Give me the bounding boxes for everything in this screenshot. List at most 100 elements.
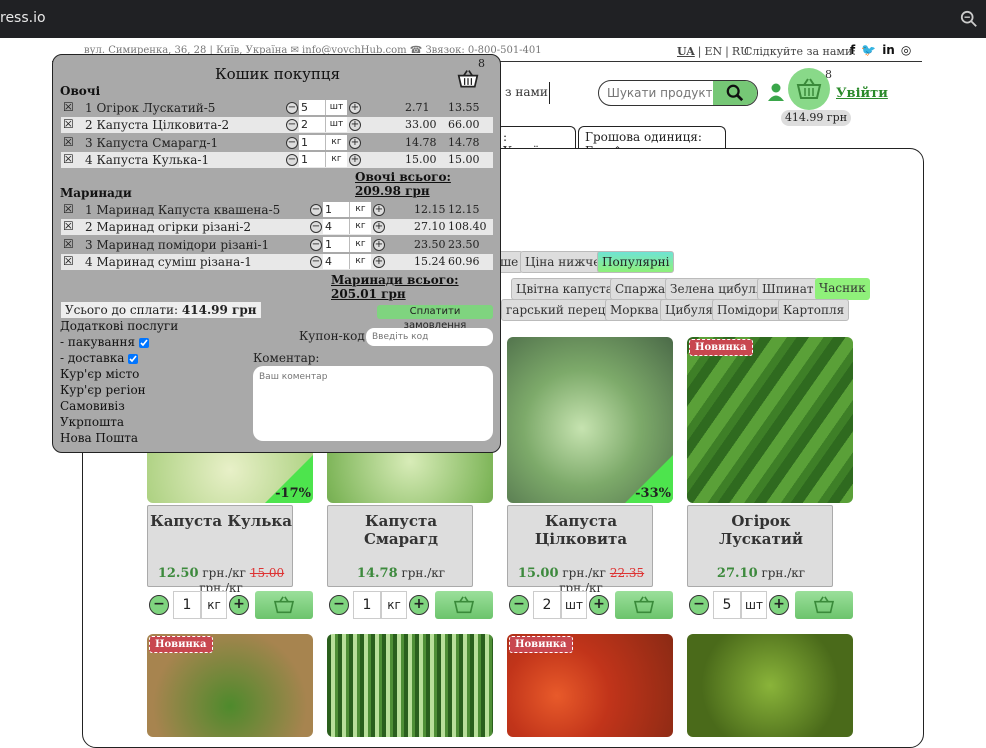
delivery-nova-poshta[interactable]: Нова Пошта — [60, 431, 138, 445]
search-input[interactable] — [607, 84, 712, 102]
add-to-cart-button[interactable] — [615, 591, 673, 619]
filter-onion[interactable]: Цибуля — [660, 299, 718, 321]
plus-button[interactable]: + — [373, 239, 385, 251]
remove-icon[interactable]: ☒ — [63, 254, 75, 268]
minus-button[interactable]: − — [286, 137, 298, 149]
instagram-icon[interactable]: ◎ — [901, 43, 911, 57]
remove-icon[interactable]: ☒ — [63, 117, 75, 131]
product-name[interactable]: Капуста Смарагд — [328, 512, 474, 548]
minus-button[interactable]: − — [310, 221, 322, 233]
twitter-icon[interactable]: 🐦 — [861, 43, 876, 57]
remove-icon[interactable]: ☒ — [63, 100, 75, 114]
product-name[interactable]: Огірок Лускатий — [688, 512, 834, 548]
delivery-courier-region[interactable]: Кур'єр регіон — [60, 383, 146, 397]
quantity-input[interactable]: 1 — [299, 152, 325, 167]
minus-button[interactable]: − — [310, 204, 322, 216]
remove-icon[interactable]: ☒ — [63, 135, 75, 149]
remove-icon[interactable]: ☒ — [63, 152, 75, 166]
plus-button[interactable]: + — [349, 119, 361, 131]
header-cart-button[interactable]: 8 — [788, 68, 832, 110]
minus-button[interactable]: − — [286, 154, 298, 166]
user-icon[interactable] — [766, 82, 786, 102]
plus-button[interactable]: + — [769, 595, 789, 615]
login-link[interactable]: Увійти — [836, 86, 888, 101]
unit-select[interactable]: кг — [349, 202, 371, 217]
filter-carrot[interactable]: Морква — [605, 299, 664, 321]
quantity-input[interactable]: 5 — [299, 100, 325, 115]
unit-select[interactable]: кг — [201, 591, 227, 619]
unit-select[interactable]: кг — [349, 254, 371, 269]
filter-tomato[interactable]: Помідори — [712, 299, 784, 321]
minus-button[interactable]: − — [310, 256, 322, 268]
filter-asparagus[interactable]: Спаржа — [610, 278, 671, 300]
plus-button[interactable]: + — [589, 595, 609, 615]
zoom-icon[interactable] — [960, 10, 978, 28]
lang-en[interactable]: EN — [705, 45, 723, 58]
currency-select[interactable]: Грошова одиниця: Грн ⇕ — [578, 126, 726, 158]
minus-button[interactable]: − — [286, 119, 298, 131]
minus-button[interactable]: − — [286, 102, 298, 114]
plus-button[interactable]: + — [373, 256, 385, 268]
quantity-input[interactable]: 1 — [299, 135, 325, 150]
product-name[interactable]: Капуста Кулька — [148, 512, 294, 530]
unit-select[interactable]: кг — [325, 152, 347, 167]
product-image[interactable]: Новинка — [147, 634, 313, 737]
quantity-input[interactable]: 2 — [299, 117, 325, 132]
pay-order-button[interactable]: Сплатити замовлення — [377, 305, 493, 331]
unit-select[interactable]: шт — [325, 117, 347, 132]
plus-button[interactable]: + — [349, 154, 361, 166]
add-to-cart-button[interactable] — [255, 591, 313, 619]
product-image[interactable] — [687, 634, 853, 737]
delivery-pickup[interactable]: Самовивіз — [60, 399, 125, 413]
unit-select[interactable]: шт — [561, 591, 587, 619]
unit-select[interactable]: шт — [741, 591, 767, 619]
facebook-icon[interactable]: f — [850, 43, 855, 57]
filter-cauliflower[interactable]: Цвітна капуста — [511, 278, 618, 300]
quantity-value[interactable]: 2 — [533, 591, 561, 619]
comment-textarea[interactable] — [253, 366, 493, 441]
product-image[interactable]: Новинка — [507, 634, 673, 737]
unit-select[interactable]: кг — [381, 591, 407, 619]
remove-icon[interactable]: ☒ — [63, 202, 75, 216]
minus-button[interactable]: − — [689, 595, 709, 615]
search-button[interactable] — [713, 81, 757, 105]
filter-green-onion[interactable]: Зелена цибуля — [665, 278, 769, 300]
sort-popular[interactable]: Популярні — [597, 251, 675, 273]
plus-button[interactable]: + — [229, 595, 249, 615]
url-text[interactable]: ress.io — [0, 10, 46, 26]
sort-price-lower[interactable]: Ціна нижче — [520, 251, 606, 273]
filter-potato[interactable]: Картопля — [778, 299, 850, 321]
plus-button[interactable]: + — [349, 137, 361, 149]
unit-select[interactable]: кг — [349, 219, 371, 234]
minus-button[interactable]: − — [329, 595, 349, 615]
minus-button[interactable]: − — [310, 239, 322, 251]
quantity-input[interactable]: 1 — [323, 202, 349, 217]
delivery-ukrposhta[interactable]: Укрпошта — [60, 415, 124, 429]
minus-button[interactable]: − — [509, 595, 529, 615]
coupon-input[interactable] — [366, 328, 493, 346]
product-image[interactable]: Новинка — [687, 337, 853, 503]
lang-ua[interactable]: UA — [677, 45, 695, 58]
filter-pepper[interactable]: гарський перець — [501, 299, 617, 321]
nav-about[interactable]: з нами — [505, 85, 548, 99]
linkedin-icon[interactable]: in — [882, 43, 895, 57]
language-select[interactable]: : Українська — [496, 126, 576, 158]
product-name[interactable]: Капуста Цілковита — [508, 512, 654, 548]
remove-icon[interactable]: ☒ — [63, 219, 75, 233]
product-image[interactable] — [327, 634, 493, 737]
add-to-cart-button[interactable] — [435, 591, 493, 619]
product-image[interactable]: -33% — [507, 337, 673, 503]
packaging-checkbox[interactable] — [139, 337, 150, 348]
plus-button[interactable]: + — [349, 102, 361, 114]
plus-button[interactable]: + — [373, 204, 385, 216]
filter-spinach[interactable]: Шпинат — [757, 278, 819, 300]
quantity-input[interactable]: 1 — [323, 237, 349, 252]
delivery-checkbox[interactable] — [128, 353, 139, 364]
unit-select[interactable]: шт — [325, 100, 347, 115]
quantity-value[interactable]: 1 — [173, 591, 201, 619]
quantity-value[interactable]: 1 — [353, 591, 381, 619]
unit-select[interactable]: кг — [349, 237, 371, 252]
filter-garlic[interactable]: Часник — [815, 278, 870, 300]
delivery-courier-city[interactable]: Кур'єр місто — [60, 367, 139, 381]
remove-icon[interactable]: ☒ — [63, 237, 75, 251]
